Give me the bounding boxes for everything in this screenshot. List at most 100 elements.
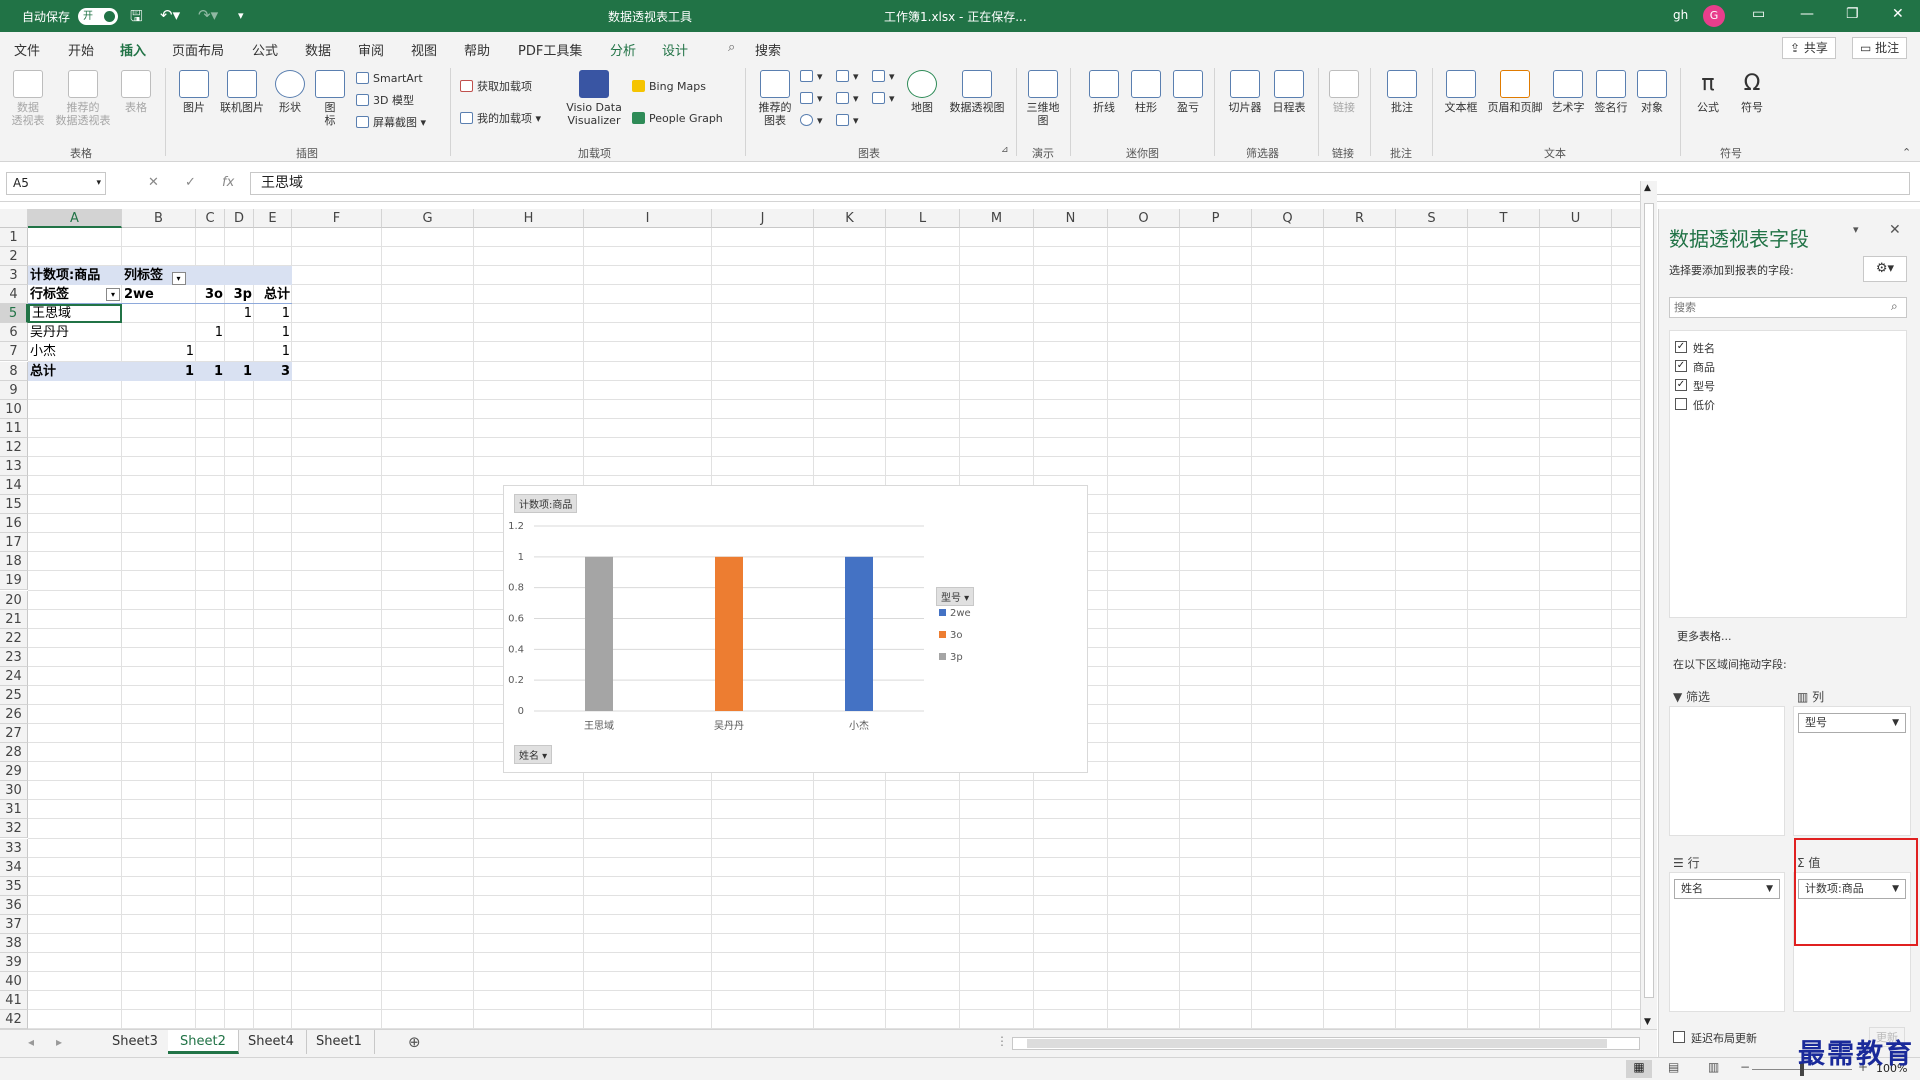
- customize-qat-icon[interactable]: ▾: [238, 9, 244, 22]
- pivot-value-cell[interactable]: [122, 304, 196, 323]
- collapse-ribbon-icon[interactable]: ⌃: [1902, 146, 1911, 159]
- select-all-corner[interactable]: [0, 209, 28, 228]
- tab-design[interactable]: 设计: [662, 40, 688, 59]
- column-header-k[interactable]: K: [814, 209, 886, 228]
- row-header-34[interactable]: 34: [0, 857, 28, 877]
- tab-file[interactable]: 文件: [14, 40, 40, 59]
- row-header-28[interactable]: 28: [0, 743, 28, 763]
- column-header-m[interactable]: M: [960, 209, 1034, 228]
- pivot-total-header[interactable]: 总计: [254, 285, 292, 304]
- pivot-col-item[interactable]: 3p: [225, 285, 254, 304]
- row-header-30[interactable]: 30: [0, 781, 28, 801]
- wordart-button[interactable]: 艺术字: [1548, 70, 1588, 114]
- icons-button[interactable]: 图 标: [312, 70, 348, 127]
- column-header-t[interactable]: T: [1468, 209, 1540, 228]
- textbox-button[interactable]: 文本框: [1440, 70, 1482, 114]
- object-button[interactable]: 对象: [1634, 70, 1670, 114]
- name-box[interactable]: A5 ▾: [6, 172, 106, 195]
- pivot-header-bg[interactable]: [254, 266, 292, 286]
- row-header-14[interactable]: 14: [0, 476, 28, 496]
- row-header-18[interactable]: 18: [0, 552, 28, 572]
- vertical-scroll-thumb[interactable]: [1644, 203, 1654, 998]
- pane-close-icon[interactable]: ✕: [1889, 222, 1901, 238]
- scroll-down-icon[interactable]: ▼: [1644, 1017, 1651, 1027]
- row-header-26[interactable]: 26: [0, 705, 28, 724]
- autosave-toggle[interactable]: 开: [78, 8, 118, 25]
- pivot-row-labels[interactable]: 行标签 ▾: [28, 285, 122, 304]
- ribbon-display-icon[interactable]: ▭: [1752, 6, 1765, 22]
- pivot-row-item[interactable]: 小杰: [28, 342, 122, 361]
- visio-visualizer-button[interactable]: Visio Data Visualizer: [562, 70, 626, 127]
- row-header-15[interactable]: 15: [0, 495, 28, 515]
- legend-field-button[interactable]: 型号 ▾: [936, 587, 975, 606]
- row-header-22[interactable]: 22: [0, 628, 28, 648]
- field-checkbox[interactable]: ✓: [1675, 341, 1687, 353]
- maps-button[interactable]: 地图: [902, 70, 942, 114]
- restore-icon[interactable]: ❐: [1846, 6, 1859, 22]
- column-header-u[interactable]: U: [1540, 209, 1612, 228]
- column-header-l[interactable]: L: [886, 209, 960, 228]
- statistic-chart-menu[interactable]: ▾: [836, 92, 859, 106]
- signature-line-button[interactable]: 签名行: [1590, 70, 1632, 114]
- column-header-e[interactable]: E: [254, 209, 292, 228]
- pivot-grand-total-cell[interactable]: 1: [225, 361, 254, 381]
- minimize-icon[interactable]: —: [1800, 6, 1814, 22]
- row-header-39[interactable]: 39: [0, 953, 28, 973]
- hierarchy-chart-menu[interactable]: ▾: [836, 70, 859, 84]
- pivot-row-item[interactable]: 吴丹丹: [28, 323, 122, 342]
- user-name[interactable]: gh: [1673, 8, 1688, 22]
- vertical-scrollbar[interactable]: ▲ ▼: [1640, 181, 1657, 1029]
- row-header-23[interactable]: 23: [0, 647, 28, 667]
- tab-next-icon[interactable]: ▸: [56, 1035, 62, 1049]
- pivot-value-header[interactable]: 计数项:商品: [28, 266, 122, 286]
- axis-field-button[interactable]: 姓名 ▾: [514, 745, 553, 764]
- timeline-button[interactable]: 日程表: [1268, 70, 1310, 114]
- save-icon[interactable]: 🖫: [130, 6, 143, 31]
- symbol-button[interactable]: Ω 符号: [1734, 70, 1770, 114]
- row-header-2[interactable]: 2: [0, 247, 28, 267]
- pivot-row-item[interactable]: 王思域: [28, 304, 122, 324]
- field-search-input[interactable]: [1669, 297, 1907, 318]
- column-header-f[interactable]: F: [292, 209, 382, 228]
- charts-dialog-launcher[interactable]: ⊿: [1001, 145, 1009, 155]
- row-header-31[interactable]: 31: [0, 800, 28, 820]
- row-header-11[interactable]: 11: [0, 418, 28, 438]
- comment-button[interactable]: 批注: [1384, 70, 1420, 114]
- column-header-o[interactable]: O: [1108, 209, 1180, 228]
- line-chart-menu[interactable]: ▾: [800, 92, 823, 106]
- share-button[interactable]: ⇪ 共享: [1782, 37, 1836, 59]
- row-header-27[interactable]: 27: [0, 724, 28, 744]
- scroll-up-icon[interactable]: ▲: [1644, 183, 1651, 193]
- 3d-map-button[interactable]: 三维地 图: [1022, 70, 1064, 127]
- field-checkbox[interactable]: ✓: [1675, 379, 1687, 391]
- row-header-42[interactable]: 42: [0, 1010, 28, 1029]
- row-header-24[interactable]: 24: [0, 666, 28, 686]
- search-box[interactable]: 搜索: [755, 40, 781, 59]
- people-graph-button[interactable]: People Graph: [632, 112, 723, 126]
- row-header-1[interactable]: 1: [0, 228, 28, 247]
- row-header-20[interactable]: 20: [0, 590, 28, 610]
- slicer-button[interactable]: 切片器: [1224, 70, 1266, 114]
- bing-maps-button[interactable]: Bing Maps: [632, 80, 706, 94]
- field-checkbox[interactable]: ✓: [1675, 360, 1687, 372]
- field-label[interactable]: 低价: [1693, 397, 1715, 413]
- sheet-tab-sheet3[interactable]: Sheet3: [100, 1030, 171, 1054]
- recommended-charts-button[interactable]: 推荐的 图表: [752, 70, 798, 127]
- pivot-header-bg[interactable]: [196, 266, 225, 286]
- columns-field-pill[interactable]: 型号 ▼: [1798, 713, 1906, 733]
- row-header-25[interactable]: 25: [0, 685, 28, 705]
- header-footer-button[interactable]: 页眉和页脚: [1484, 70, 1546, 114]
- column-header-h[interactable]: H: [474, 209, 584, 228]
- tab-analyze[interactable]: 分析: [610, 40, 636, 59]
- pivot-row-total[interactable]: 1: [254, 304, 292, 323]
- horizontal-scroll-thumb[interactable]: [1027, 1039, 1607, 1048]
- tab-view[interactable]: 视图: [411, 40, 437, 59]
- column-header-r[interactable]: R: [1324, 209, 1396, 228]
- field-label[interactable]: 姓名: [1693, 340, 1715, 356]
- document-title[interactable]: 工作簿1.xlsx - 正在保存...: [884, 8, 1027, 25]
- tab-home[interactable]: 开始: [68, 40, 94, 59]
- sparkline-line-button[interactable]: 折线: [1086, 70, 1122, 114]
- column-chart-menu[interactable]: ▾: [800, 70, 823, 84]
- row-header-36[interactable]: 36: [0, 895, 28, 915]
- pivot-row-total[interactable]: 1: [254, 342, 292, 361]
